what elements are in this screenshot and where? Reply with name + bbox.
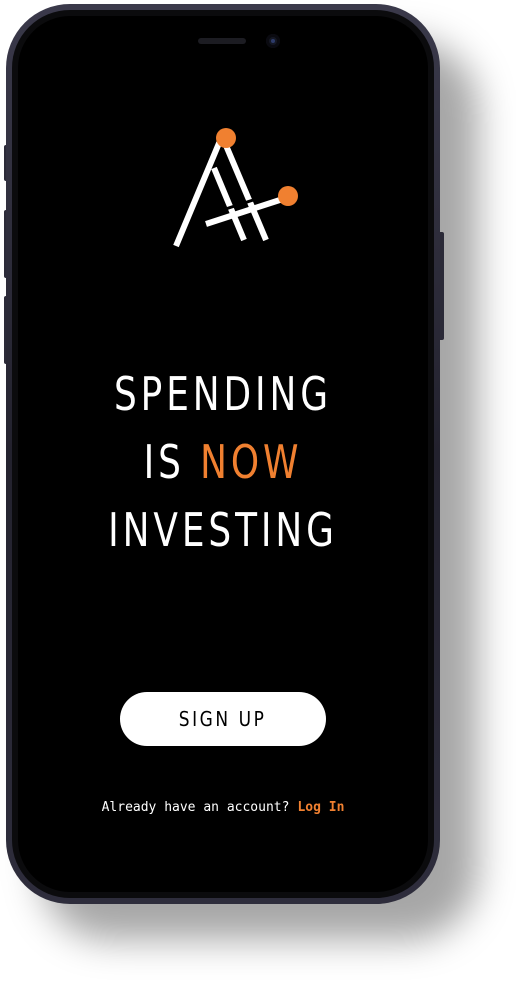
headline-accent-word: NOW — [200, 435, 303, 489]
sign-up-button[interactable]: SIGN UP — [120, 692, 326, 746]
front-camera — [266, 34, 280, 48]
phone-frame: SPENDING IS NOW INVESTING SIGN UP Alread… — [6, 4, 440, 904]
sign-up-label: SIGN UP — [179, 707, 267, 731]
device-mockup: SPENDING IS NOW INVESTING SIGN UP Alread… — [0, 0, 516, 984]
headline-line-2-prefix: IS — [143, 435, 201, 489]
app-logo-icon — [173, 128, 298, 248]
login-prompt-text: Already have an account? — [101, 800, 290, 815]
log-in-link[interactable]: Log In — [297, 800, 344, 815]
earpiece-speaker — [198, 38, 246, 44]
headline-line-1: SPENDING — [114, 367, 332, 421]
login-prompt-row: Already have an account? Log In — [18, 800, 428, 815]
app-screen: SPENDING IS NOW INVESTING SIGN UP Alread… — [18, 16, 428, 892]
headline-line-2: IS NOW — [63, 428, 383, 496]
headline-line-3: INVESTING — [108, 503, 338, 557]
phone-bezel: SPENDING IS NOW INVESTING SIGN UP Alread… — [12, 10, 434, 898]
headline: SPENDING IS NOW INVESTING — [18, 360, 428, 564]
